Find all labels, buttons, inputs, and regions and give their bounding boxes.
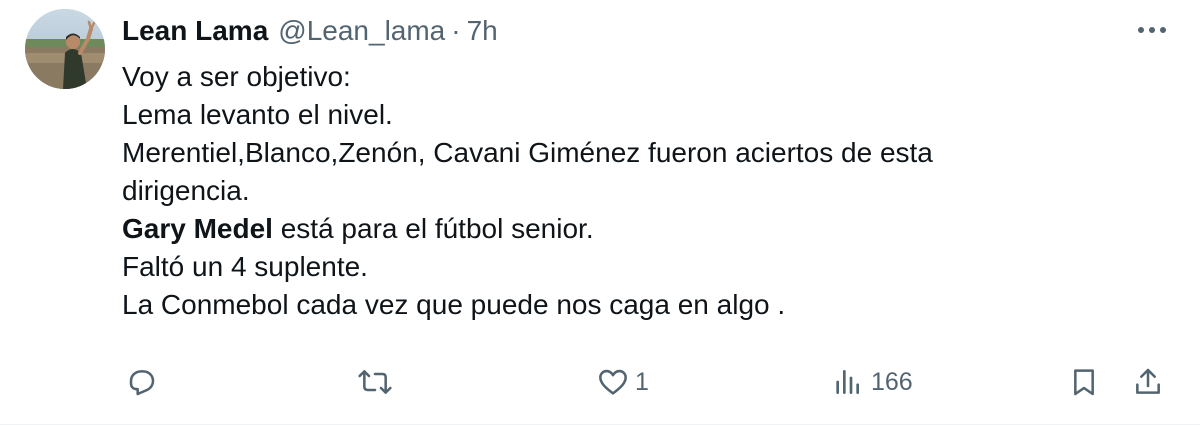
share-icon [1136,368,1160,394]
views-button[interactable]: 166 [833,360,913,404]
bookmark-icon [1074,369,1094,396]
author-handle[interactable]: @Lean_lama [278,15,445,47]
reply-button[interactable] [125,360,157,404]
avatar-image [25,9,105,89]
more-icon[interactable] [1134,18,1170,42]
share-button[interactable] [1132,360,1164,404]
heart-icon [599,369,627,395]
bold-name: Gary Medel [122,213,273,244]
bookmark-button[interactable] [1068,360,1100,404]
like-button[interactable]: 1 [597,360,649,404]
tweet[interactable]: Lean Lama @Lean_lama · 7h Voy a ser obje… [0,0,1200,425]
tweet-time[interactable]: 7h [467,15,498,47]
views-count: 166 [871,367,913,396]
separator-dot: · [451,15,461,46]
retweet-button[interactable] [357,360,393,404]
reply-icon [129,370,155,396]
action-bar: 1 166 [0,360,1200,404]
tweet-text-line: La Conmebol cada vez que puede nos caga … [122,289,786,320]
like-count: 1 [635,367,649,396]
tweet-text-fragment: está para el fútbol senior. [272,213,594,244]
avatar[interactable] [25,9,105,89]
tweet-text-line: dirigencia. [122,175,250,206]
tweet-text-line: Voy a ser objetivo: [122,61,351,92]
author-name[interactable]: Lean Lama [122,15,268,47]
tweet-text-line: Gary Medel está para el fútbol senior. [122,210,1122,248]
tweet-header: Lean Lama @Lean_lama · 7h [122,14,498,48]
tweet-text-line: Lema levanto el nivel. [122,99,393,130]
tweet-text-line: Faltó un 4 suplente. [122,251,368,282]
views-icon [836,370,859,394]
retweet-icon [358,370,392,394]
tweet-text-line: Merentiel,Blanco,Zenón, Cavani Giménez f… [122,137,933,168]
tweet-text: Voy a ser objetivo: Lema levanto el nive… [122,58,1122,324]
